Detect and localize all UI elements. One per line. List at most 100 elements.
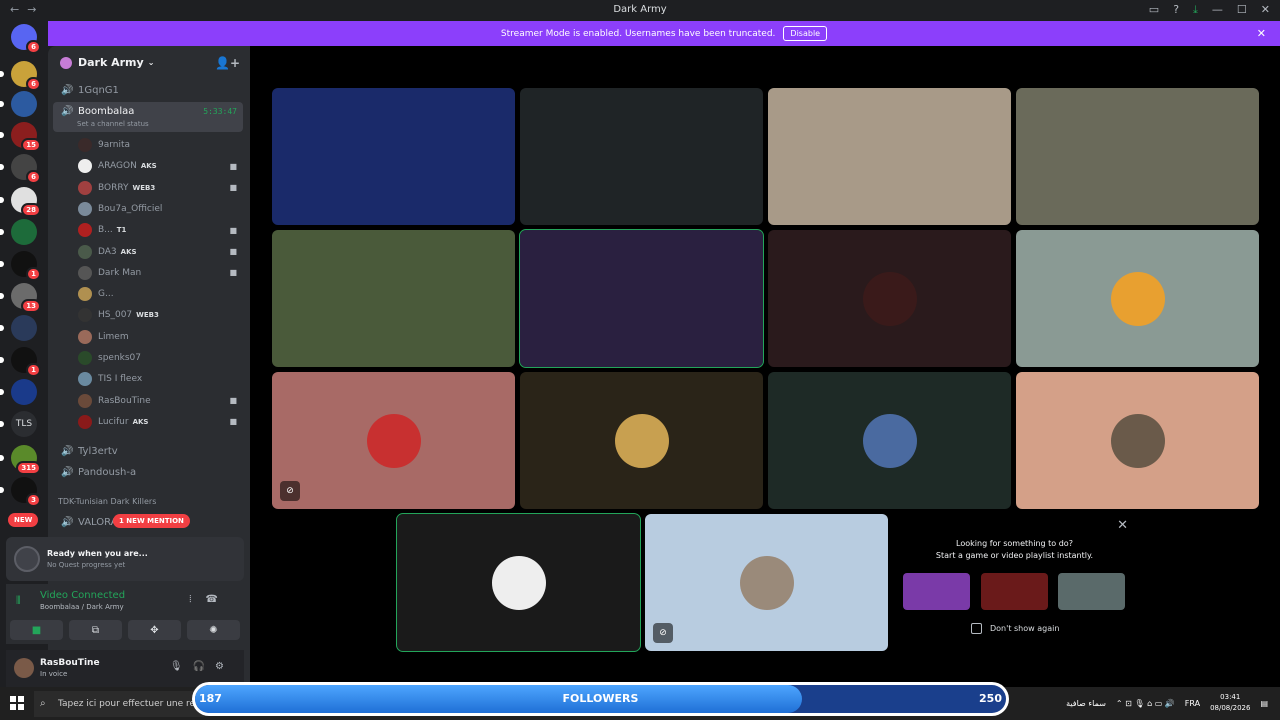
download-icon[interactable]: ⤓ xyxy=(1193,3,1198,17)
taskbar-search-input[interactable]: ⌕ Tapez ici pour effectuer une re xyxy=(34,691,204,717)
window-controls[interactable]: ▭ ? ⤓ — ☐ ✕ xyxy=(1149,3,1270,17)
voice-member[interactable]: DA3 AKS ■ xyxy=(78,242,243,262)
dont-show-checkbox[interactable] xyxy=(971,623,982,634)
avatar[interactable] xyxy=(14,658,34,678)
video-tile[interactable] xyxy=(1016,88,1259,225)
disconnect-icon[interactable]: ☎ xyxy=(206,594,232,605)
server-icon[interactable]: 28 xyxy=(11,187,41,217)
voice-member[interactable]: BORRY WEB3 ■ xyxy=(78,178,243,198)
minimize-icon[interactable]: — xyxy=(1212,3,1223,17)
server-icon[interactable] xyxy=(11,315,37,341)
video-tile[interactable]: ⊘ xyxy=(272,372,515,509)
video-tile[interactable] xyxy=(520,372,763,509)
server-icon[interactable]: 3 xyxy=(11,477,41,507)
language-indicator[interactable]: FRA xyxy=(1185,699,1200,708)
mention-badge: 3 xyxy=(26,493,41,507)
server-icon[interactable]: 6 xyxy=(11,61,41,91)
voice-channel[interactable]: 🔊 1GqnG1 xyxy=(53,80,243,100)
video-tile[interactable] xyxy=(519,229,764,368)
voice-member[interactable]: spenks07 xyxy=(78,348,243,368)
voice-member[interactable]: 9arnita xyxy=(78,135,243,155)
soundboard-button[interactable]: ✺ xyxy=(187,620,240,640)
video-tile[interactable] xyxy=(272,230,515,367)
channel-name: Pandoush-a xyxy=(78,466,137,478)
signal-icon[interactable]: ⫴ xyxy=(16,594,21,608)
voice-status[interactable]: Video Connected xyxy=(40,590,125,601)
video-tile[interactable] xyxy=(272,88,515,225)
voice-member[interactable]: G... xyxy=(78,284,243,304)
screen-share-button[interactable]: ⧉ xyxy=(69,620,122,640)
voice-member[interactable]: Bou7a_Officiel xyxy=(78,199,243,219)
voice-member[interactable]: B... T1 ■ xyxy=(78,220,243,240)
new-mention-pill[interactable]: 1 NEW MENTION xyxy=(113,514,190,528)
voice-member[interactable]: Limem xyxy=(78,327,243,347)
activity-game-3[interactable] xyxy=(1058,573,1125,610)
video-tile[interactable] xyxy=(1016,372,1259,509)
voice-member[interactable]: RasBouTine ■ xyxy=(78,391,243,411)
activity-game-1[interactable] xyxy=(903,573,970,610)
quest-panel[interactable]: Ready when you are... No Quest progress … xyxy=(6,537,244,581)
server-icon[interactable]: 13 xyxy=(11,283,41,313)
help-icon[interactable]: ? xyxy=(1173,3,1179,17)
server-icon[interactable] xyxy=(11,219,37,245)
video-tile[interactable] xyxy=(396,513,641,652)
voice-channel[interactable]: 🔊 Boombalaa 5:33:47 Set a channel status xyxy=(53,102,243,132)
avatar xyxy=(78,201,92,216)
server-icon[interactable]: 6 xyxy=(11,24,41,54)
voice-member[interactable]: ARAGON AKS ■ xyxy=(78,156,243,176)
video-tile[interactable] xyxy=(1016,230,1259,367)
close-icon[interactable]: ✕ xyxy=(1117,518,1128,533)
inbox-icon[interactable]: ▭ xyxy=(1149,3,1159,17)
video-tile[interactable] xyxy=(520,88,763,225)
muted-icon[interactable]: ⊘ xyxy=(280,481,300,501)
mic-icon[interactable]: 🎙 xyxy=(170,661,193,672)
server-icon[interactable] xyxy=(11,379,37,405)
server-icon[interactable]: 1 xyxy=(11,251,41,281)
video-tile[interactable] xyxy=(768,88,1011,225)
server-icon[interactable]: 15 xyxy=(11,122,41,152)
server-icon[interactable]: 315 xyxy=(11,445,41,475)
weather-text[interactable]: سماء صافية xyxy=(1066,699,1106,708)
server-header[interactable]: Dark Army ⌄ 👤+ xyxy=(48,46,250,79)
unread-pip xyxy=(0,357,4,363)
video-tile[interactable] xyxy=(768,372,1011,509)
notifications-icon[interactable]: ▤ xyxy=(1260,699,1268,708)
activities-button[interactable]: ✥ xyxy=(128,620,181,640)
screen-share-icon: ⧉ xyxy=(91,624,100,636)
user-controls[interactable]: 🎙🎧⚙ xyxy=(170,661,234,672)
voice-member[interactable]: HS_007 WEB3 xyxy=(78,305,243,325)
close-window-icon[interactable]: ✕ xyxy=(1261,3,1270,17)
clan-tag: AKS xyxy=(132,417,149,426)
clock[interactable]: 03:41 08/08/2026 xyxy=(1210,692,1250,714)
close-banner-icon[interactable]: ✕ xyxy=(1257,27,1266,40)
voice-channel[interactable]: 🔊 Pandoush-a xyxy=(53,462,243,482)
voice-member[interactable]: Lucifur AKS ■ xyxy=(78,412,243,432)
muted-icon[interactable]: ⊘ xyxy=(653,623,673,643)
headset-icon[interactable]: 🎧 xyxy=(193,661,215,672)
mention-badge: 1 xyxy=(26,363,41,377)
channel-category[interactable]: TDK-Tunisian Dark Killers xyxy=(58,497,243,506)
video-tile[interactable]: ⊘ xyxy=(645,514,888,651)
server-icon[interactable]: 6 xyxy=(11,154,41,184)
gear-icon[interactable]: ⚙ xyxy=(215,661,234,672)
server-icon[interactable]: 1 xyxy=(11,347,41,377)
member-name: BORRY xyxy=(98,182,129,193)
new-servers-pill[interactable]: NEW xyxy=(8,513,39,527)
server-icon[interactable] xyxy=(11,91,37,117)
voice-controls[interactable]: ⦙☎ xyxy=(189,594,232,605)
voice-member[interactable]: Dark Man ■ xyxy=(78,263,243,283)
tray-icons[interactable]: ⌃ ⊡ 🎙 ⌂ ▭ 🔊 xyxy=(1116,699,1175,708)
windows-start-icon[interactable] xyxy=(10,696,24,710)
activity-game-2[interactable] xyxy=(981,573,1048,610)
camera-button[interactable]: ■ xyxy=(10,620,63,640)
voice-channel[interactable]: 🔊 Tyl3ertv xyxy=(53,441,243,461)
noise-suppression-icon[interactable]: ⦙ xyxy=(189,594,205,605)
dont-show-label: Don't show again xyxy=(990,624,1060,633)
maximize-icon[interactable]: ☐ xyxy=(1237,3,1247,17)
disable-streamer-button[interactable]: Disable xyxy=(783,26,828,41)
voice-member[interactable]: TIS I fleex xyxy=(78,369,243,389)
channel-status[interactable]: Set a channel status xyxy=(77,120,149,128)
server-icon[interactable]: TLS xyxy=(11,411,37,437)
video-tile[interactable] xyxy=(768,230,1011,367)
invite-people-icon[interactable]: 👤+ xyxy=(215,56,240,70)
